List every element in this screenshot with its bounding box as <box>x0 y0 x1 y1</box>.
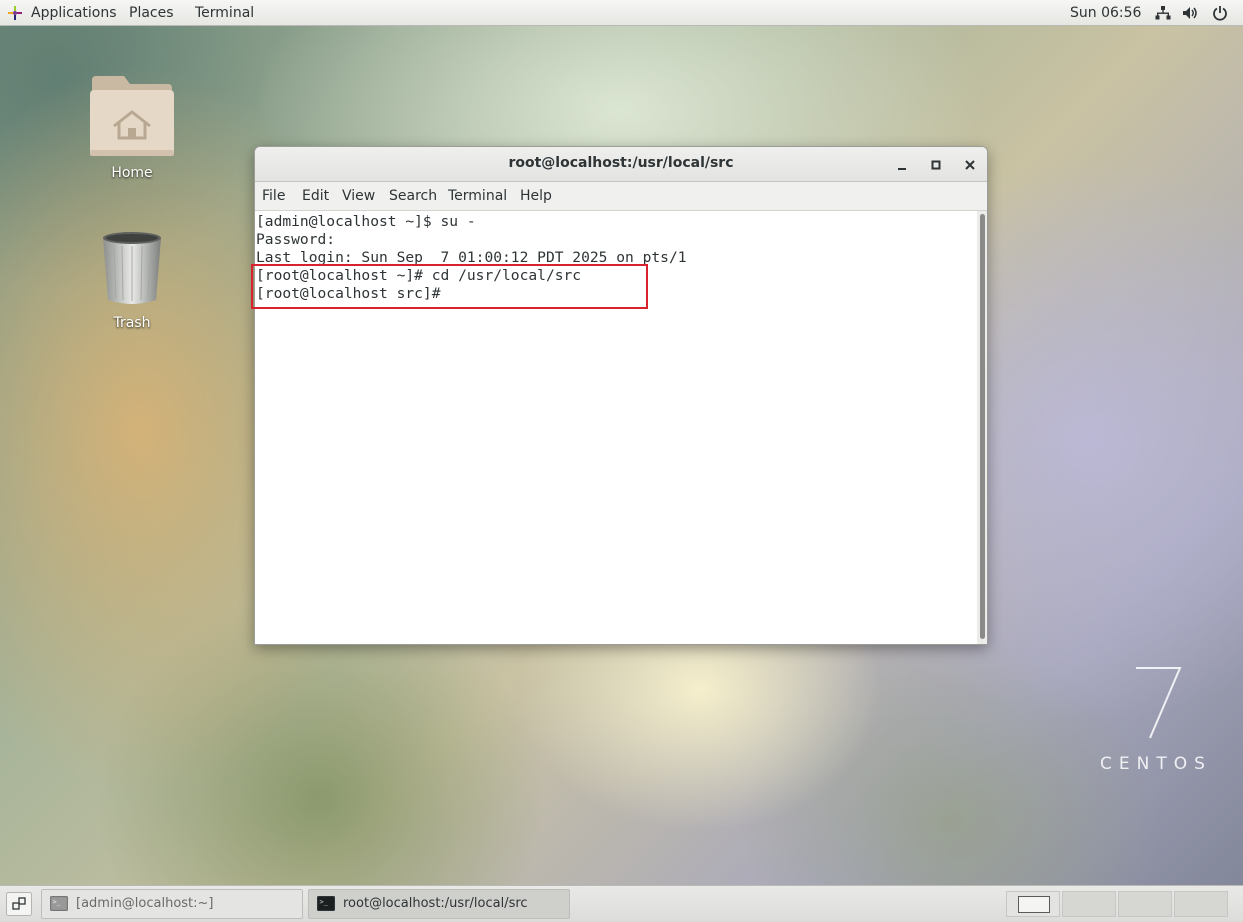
desktop-icon-home[interactable]: Home <box>82 74 182 184</box>
applications-menu[interactable]: Applications <box>31 4 117 22</box>
window-menubar: File Edit View Search Terminal Help <box>255 182 987 211</box>
places-menu[interactable]: Places <box>129 4 174 22</box>
volume-icon[interactable] <box>1182 5 1198 21</box>
close-icon[interactable] <box>960 155 980 175</box>
terminal-line: Password: <box>256 231 336 248</box>
workspace-1[interactable] <box>1006 891 1060 917</box>
show-desktop-icon[interactable] <box>6 892 32 916</box>
trash-icon-label: Trash <box>113 315 151 331</box>
workspace-4[interactable] <box>1174 891 1228 917</box>
centos-version-mark: 7 <box>1128 656 1182 739</box>
maximize-icon[interactable] <box>926 155 946 175</box>
taskbar-item-admin-terminal[interactable]: >_ [admin@localhost:~] <box>41 889 303 919</box>
network-icon[interactable] <box>1155 5 1171 21</box>
home-folder-icon <box>90 76 174 156</box>
desktop-icon-trash[interactable]: Trash <box>82 230 182 334</box>
workspace-window-preview <box>1018 896 1050 913</box>
centos-brand-text: CENTOS <box>1100 754 1212 774</box>
terminal-window[interactable]: root@localhost:/usr/local/src File Edit … <box>254 146 988 645</box>
minimize-icon[interactable] <box>892 155 912 175</box>
svg-text:7: 7 <box>1128 656 1138 660</box>
scrollbar-thumb[interactable] <box>980 214 985 639</box>
menu-view[interactable]: View <box>342 188 375 205</box>
workspace-3[interactable] <box>1118 891 1172 917</box>
applications-logo-icon <box>8 6 22 20</box>
clock[interactable]: Sun 06:56 <box>1070 4 1141 22</box>
menu-search[interactable]: Search <box>389 188 437 205</box>
bottom-taskbar: >_ [admin@localhost:~] >_ root@localhost… <box>0 885 1243 922</box>
workspace-2[interactable] <box>1062 891 1116 917</box>
window-title: root@localhost:/usr/local/src <box>508 155 734 171</box>
svg-text:>_: >_ <box>320 898 329 906</box>
highlight-box <box>251 264 648 309</box>
window-titlebar[interactable]: root@localhost:/usr/local/src <box>255 147 987 182</box>
menu-terminal[interactable]: Terminal <box>448 188 507 205</box>
trash-icon <box>103 232 161 304</box>
menu-edit[interactable]: Edit <box>302 188 329 205</box>
taskbar-item-label: root@localhost:/usr/local/src <box>343 896 528 911</box>
terminal-app-icon: >_ <box>317 896 335 911</box>
home-icon-label: Home <box>111 165 153 181</box>
top-panel: Applications Places Terminal Sun 06:56 <box>0 0 1243 26</box>
terminal-scrollbar[interactable] <box>977 211 987 644</box>
svg-text:>_: >_ <box>53 898 62 906</box>
terminal-menu[interactable]: Terminal <box>195 4 254 22</box>
taskbar-item-label: [admin@localhost:~] <box>76 896 214 911</box>
terminal-app-icon: >_ <box>50 896 68 911</box>
menu-file[interactable]: File <box>262 188 285 205</box>
menu-help[interactable]: Help <box>520 188 552 205</box>
power-icon[interactable] <box>1212 5 1228 21</box>
terminal-line: [admin@localhost ~]$ su - <box>256 213 476 230</box>
taskbar-item-root-terminal[interactable]: >_ root@localhost:/usr/local/src <box>308 889 570 919</box>
